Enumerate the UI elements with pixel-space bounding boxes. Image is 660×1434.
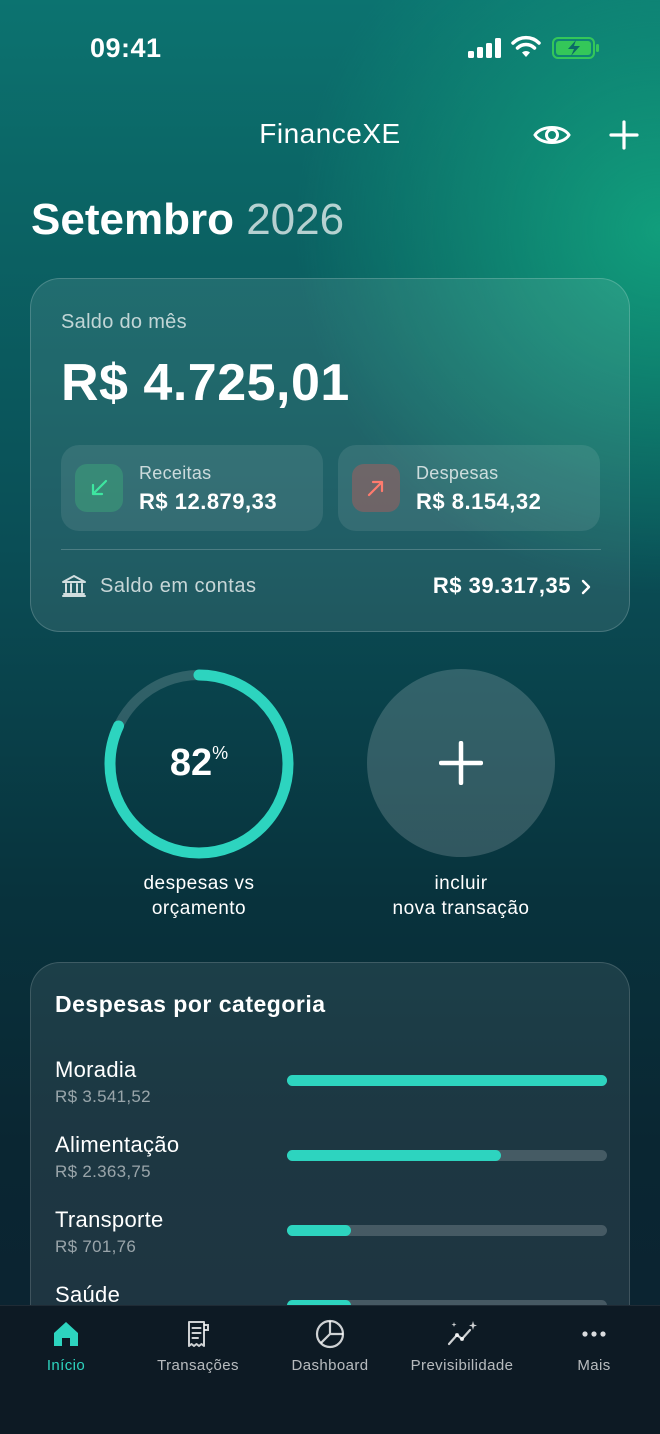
category-amount: R$ 3.541,52	[55, 1087, 151, 1106]
saldo-em-contas-row[interactable]: Saldo em contas R$ 39.317,35	[61, 563, 601, 611]
despesas-value: R$ 8.154,32	[416, 489, 542, 514]
add-transaction-button[interactable]	[367, 669, 555, 857]
tab-label: Início	[46, 1357, 86, 1374]
category-name: Alimentação	[55, 1132, 180, 1157]
home-icon	[54, 1322, 78, 1346]
budget-ring[interactable]: 82%	[103, 668, 295, 860]
contas-value: R$ 39.317,35	[432, 573, 571, 598]
despesas-box[interactable]: Despesas R$ 8.154,32	[338, 445, 600, 531]
category-bar-fill	[287, 1150, 502, 1161]
add-caption-line2: nova transação	[392, 898, 530, 919]
tab-label: Transações	[157, 1357, 239, 1374]
sparkle-trend-icon	[447, 1321, 477, 1346]
add-caption-line1: incluir	[434, 873, 488, 894]
budget-caption-line2: orçamento	[151, 898, 247, 919]
saldo-value: R$ 4.725,01	[61, 354, 350, 412]
tab-label: Mais	[577, 1357, 611, 1374]
category-row-alimentacao[interactable]: Alimentação R$ 2.363,75	[55, 1132, 607, 1202]
income-arrow-icon	[75, 464, 123, 512]
tab-bar: Início Transações Dashboard Previsibilid…	[0, 1305, 660, 1434]
page-title: Setembro 2026	[31, 195, 344, 245]
more-dots-icon	[582, 1331, 606, 1337]
receitas-label: Receitas	[139, 463, 212, 483]
receitas-value: R$ 12.879,33	[139, 489, 278, 514]
page-title-month: Setembro	[31, 195, 234, 244]
despesas-label: Despesas	[416, 463, 499, 483]
cellular-signal-icon	[468, 38, 501, 58]
tab-mais[interactable]: Mais	[528, 1306, 660, 1406]
bank-icon	[62, 575, 86, 597]
tab-inicio[interactable]: Início	[0, 1306, 132, 1406]
tab-previsibilidade[interactable]: Previsibilidade	[396, 1306, 528, 1406]
status-bar: 09:41	[0, 0, 660, 96]
expense-arrow-icon	[352, 464, 400, 512]
tab-label: Dashboard	[291, 1357, 369, 1374]
battery-charging-icon	[552, 37, 599, 59]
eye-icon[interactable]	[533, 118, 571, 152]
category-bar-fill	[287, 1075, 607, 1086]
category-bar-track	[287, 1225, 607, 1236]
tab-label: Previsibilidade	[410, 1357, 514, 1374]
budget-caption: despesas vs orçamento	[88, 871, 310, 921]
category-amount: R$ 701,76	[55, 1237, 137, 1256]
receipt-icon	[188, 1321, 209, 1347]
budget-percent-value: 82	[169, 742, 213, 784]
plus-icon	[439, 741, 483, 785]
category-name: Moradia	[55, 1057, 137, 1082]
category-name: Transporte	[55, 1207, 164, 1232]
category-bar-fill	[287, 1225, 351, 1236]
contas-label: Saldo em contas	[100, 575, 257, 597]
page-title-year: 2026	[246, 195, 345, 244]
tab-transacoes[interactable]: Transações	[132, 1306, 264, 1406]
monthly-summary-card: Saldo do mês R$ 4.725,01 Receitas R$ 12.…	[30, 278, 630, 632]
category-bar-track	[287, 1150, 607, 1161]
category-bar-track	[287, 1075, 607, 1086]
category-row-moradia[interactable]: Moradia R$ 3.541,52	[55, 1057, 607, 1127]
saldo-label: Saldo do mês	[61, 311, 187, 333]
budget-caption-line1: despesas vs	[143, 873, 255, 894]
receitas-box[interactable]: Receitas R$ 12.879,33	[61, 445, 323, 531]
category-amount: R$ 2.363,75	[55, 1162, 151, 1181]
budget-percent-sign: %	[212, 743, 229, 763]
pie-chart-icon	[315, 1319, 345, 1349]
category-row-transporte[interactable]: Transporte R$ 701,76	[55, 1207, 607, 1277]
chevron-right-icon	[581, 579, 591, 595]
category-card-title: Despesas por categoria	[55, 991, 326, 1017]
status-time: 09:41	[90, 33, 162, 63]
add-transaction-header-button[interactable]	[607, 118, 641, 152]
wifi-icon	[511, 35, 541, 57]
divider	[61, 549, 601, 550]
add-transaction-caption: incluir nova transação	[350, 871, 572, 921]
budget-percent: 82%	[103, 742, 295, 785]
tab-dashboard[interactable]: Dashboard	[264, 1306, 396, 1406]
